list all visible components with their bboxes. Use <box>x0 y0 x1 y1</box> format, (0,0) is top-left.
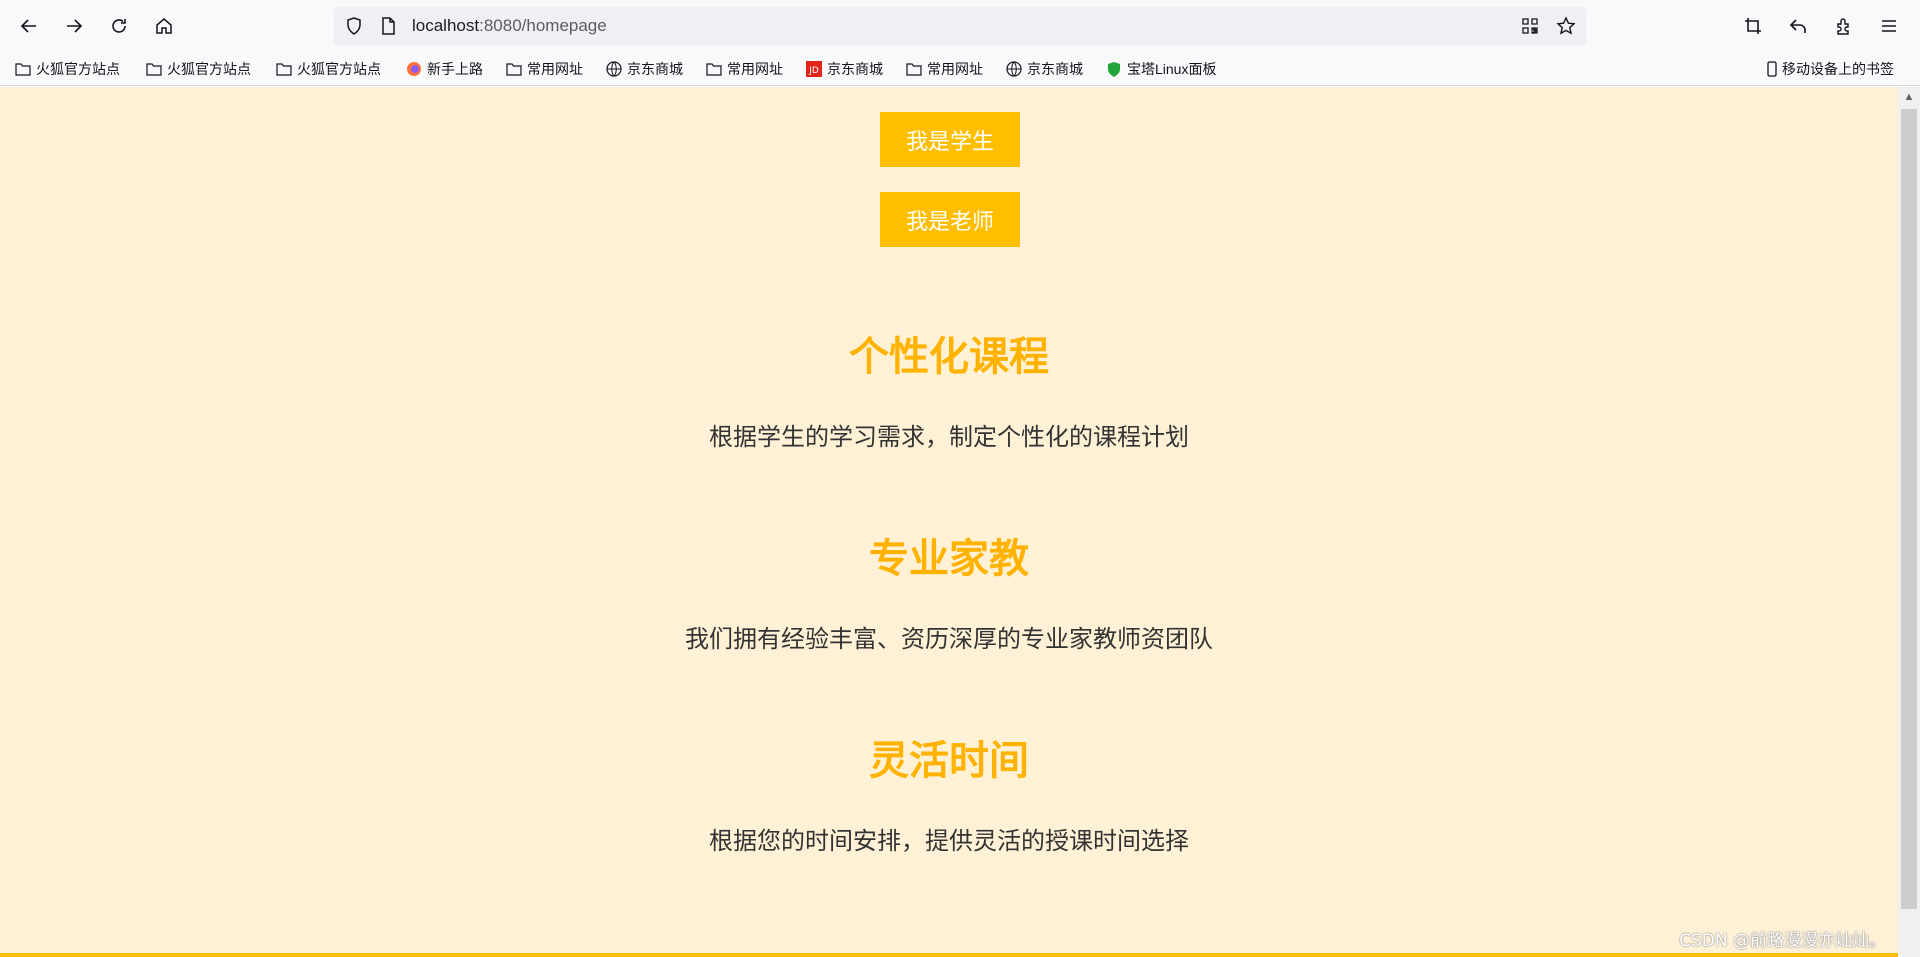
svg-text:JD: JD <box>808 66 819 76</box>
bookmark-item[interactable]: 火狐官方站点 <box>145 58 251 80</box>
globe-icon <box>605 60 623 78</box>
bookmark-item[interactable]: 常用网址 <box>705 58 783 80</box>
jd-logo-icon: JD <box>805 60 823 78</box>
forward-button[interactable] <box>56 8 92 44</box>
bookmark-label: 京东商城 <box>827 61 883 77</box>
url-host: localhost <box>412 16 480 35</box>
url-text[interactable]: localhost:8080/homepage <box>412 16 607 36</box>
feature-description: 根据学生的学习需求，制定个性化的课程计划 <box>709 423 1189 451</box>
bookmark-label: 常用网址 <box>727 61 783 77</box>
bookmark-item[interactable]: 京东商城 <box>1005 58 1083 80</box>
undo-button[interactable] <box>1780 8 1816 44</box>
back-button[interactable] <box>11 8 47 44</box>
url-bar[interactable]: localhost:8080/homepage <box>334 7 1586 45</box>
page-content: 我是学生 我是老师 个性化课程 根据学生的学习需求，制定个性化的课程计划 专业家… <box>0 87 1898 957</box>
reload-icon <box>112 19 126 33</box>
feature-description: 根据您的时间安排，提供灵活的授课时间选择 <box>709 827 1189 855</box>
folder-icon <box>905 60 923 78</box>
hamburger-menu-icon <box>1882 20 1896 32</box>
extensions-button[interactable] <box>1826 8 1862 44</box>
url-path: :8080/homepage <box>479 16 607 35</box>
scroll-up-arrow-icon[interactable]: ▲ <box>1898 87 1920 107</box>
teacher-button[interactable]: 我是老师 <box>880 192 1020 247</box>
menu-button[interactable] <box>1871 8 1907 44</box>
bookmark-star-icon[interactable] <box>1556 16 1576 36</box>
browser-toolbar: localhost:8080/homepage <box>0 0 1920 52</box>
bookmark-item[interactable]: 宝塔Linux面板 <box>1105 58 1216 80</box>
mobile-bookmarks-label: 移动设备上的书签 <box>1782 61 1894 77</box>
forward-arrow-icon <box>67 19 83 33</box>
watermark: CSDN @前路漫漫亦灿灿。 <box>1679 931 1886 951</box>
bookmarks-toolbar: 火狐官方站点 火狐官方站点 火狐官方站点 新手上路 常用网址 京东商城 常用网址… <box>0 52 1920 86</box>
folder-icon <box>145 60 163 78</box>
bookmark-item[interactable]: 常用网址 <box>905 58 983 80</box>
folder-icon <box>505 60 523 78</box>
feature-title: 灵活时间 <box>869 738 1029 784</box>
back-arrow-icon <box>20 19 36 33</box>
feature-title: 个性化课程 <box>849 334 1049 380</box>
folder-icon <box>705 60 723 78</box>
undo-icon <box>1789 19 1806 33</box>
page-scrollbar[interactable]: ▲ <box>1898 87 1920 957</box>
bookmark-label: 火狐官方站点 <box>36 61 120 77</box>
footer-accent-bar <box>0 953 1898 957</box>
screenshot-crop-icon <box>1745 18 1761 34</box>
feature-title: 专业家教 <box>869 536 1029 582</box>
bookmark-item[interactable]: 新手上路 <box>405 58 483 80</box>
baota-shield-icon <box>1105 60 1123 78</box>
tracking-shield-icon[interactable] <box>344 16 364 36</box>
folder-icon <box>275 60 293 78</box>
bookmark-label: 火狐官方站点 <box>297 61 381 77</box>
bookmark-label: 京东商城 <box>627 61 683 77</box>
bookmark-item[interactable]: 火狐官方站点 <box>14 58 120 80</box>
bookmark-label: 新手上路 <box>427 61 483 77</box>
bookmark-item[interactable]: 常用网址 <box>505 58 583 80</box>
bookmark-item[interactable]: 京东商城 <box>605 58 683 80</box>
mobile-device-icon <box>1766 60 1778 78</box>
scroll-thumb[interactable] <box>1901 109 1917 909</box>
bookmark-item[interactable]: JD 京东商城 <box>805 58 883 80</box>
bookmark-label: 常用网址 <box>527 61 583 77</box>
reload-button[interactable] <box>101 8 137 44</box>
qr-code-icon[interactable] <box>1520 16 1540 36</box>
feature-description: 我们拥有经验丰富、资历深厚的专业家教师资团队 <box>685 625 1213 653</box>
bookmark-label: 京东商城 <box>1027 61 1083 77</box>
firefox-icon <box>405 60 423 78</box>
bookmark-label: 宝塔Linux面板 <box>1127 61 1217 77</box>
screenshot-button[interactable] <box>1735 8 1771 44</box>
mobile-bookmarks[interactable]: 移动设备上的书签 <box>1766 58 1894 80</box>
bookmark-item[interactable]: 火狐官方站点 <box>275 58 381 80</box>
home-button[interactable] <box>146 8 182 44</box>
bookmark-label: 火狐官方站点 <box>167 61 251 77</box>
student-button[interactable]: 我是学生 <box>880 112 1020 167</box>
page-icon[interactable] <box>378 16 398 36</box>
extensions-icon <box>1837 18 1849 35</box>
globe-icon <box>1005 60 1023 78</box>
folder-icon <box>14 60 32 78</box>
bookmark-label: 常用网址 <box>927 61 983 77</box>
home-icon <box>156 18 172 34</box>
